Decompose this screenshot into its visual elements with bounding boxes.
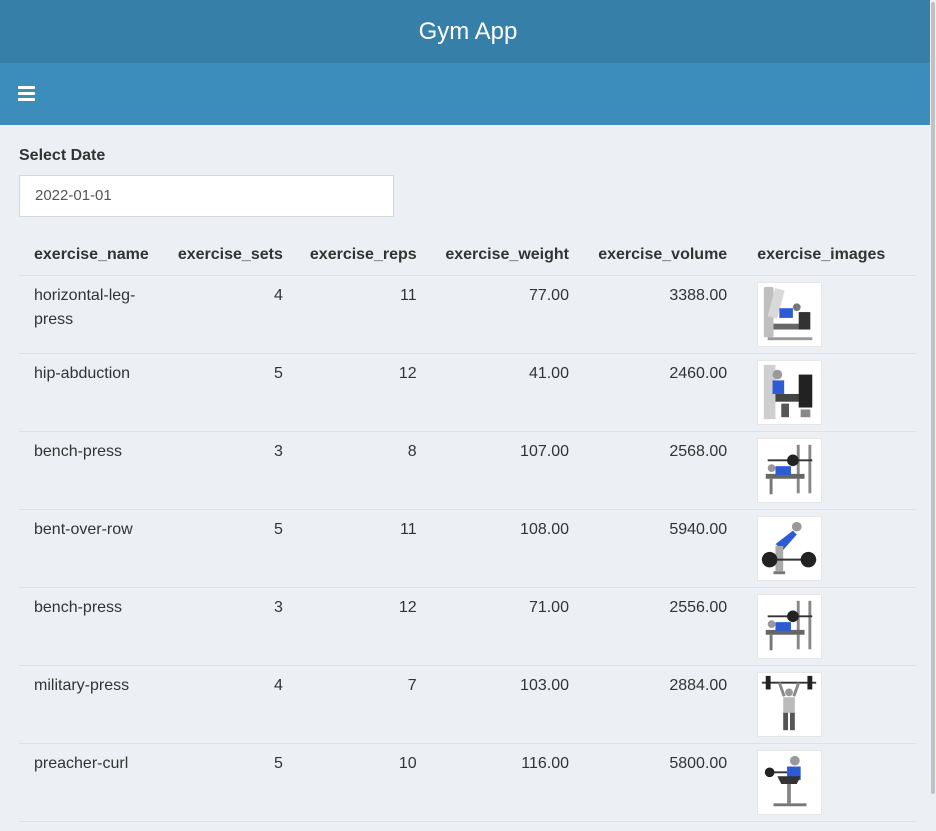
- cell-exercise-image: [742, 665, 916, 744]
- hip-abduction-illustration: [757, 360, 823, 425]
- date-input[interactable]: 2022-01-01: [19, 175, 394, 217]
- main-content: Select Date 2022-01-01 exercise_name exe…: [0, 125, 930, 831]
- cell-exercise-volume: 5940.00: [583, 509, 743, 588]
- app-title: Gym App: [418, 17, 518, 45]
- cell-exercise-weight: 77.00: [431, 275, 584, 354]
- exercise-table: exercise_name exercise_sets exercise_rep…: [19, 235, 916, 822]
- cell-exercise-reps: 12: [297, 353, 432, 432]
- cell-exercise-reps: 11: [297, 275, 432, 354]
- horizontal-leg-press-illustration: [757, 282, 823, 347]
- cell-exercise-sets: 3: [166, 587, 298, 666]
- cell-exercise-volume: 5800.00: [583, 743, 743, 822]
- cell-exercise-weight: 107.00: [431, 431, 584, 510]
- preacher-curl-illustration: [757, 750, 823, 815]
- cell-exercise-name: bench-press: [19, 587, 166, 666]
- bench-press-illustration: [757, 438, 823, 503]
- cell-exercise-volume: 3388.00: [583, 275, 743, 354]
- cell-exercise-weight: 116.00: [431, 743, 584, 822]
- table-row: preacher-curl 5 10 116.00 5800.00: [19, 743, 916, 822]
- cell-exercise-name: hip-abduction: [19, 353, 166, 432]
- cell-exercise-reps: 10: [297, 743, 432, 822]
- table-row: bench-press 3 8 107.00 2568.00: [19, 431, 916, 510]
- cell-exercise-reps: 7: [297, 665, 432, 744]
- page-scrollbar[interactable]: [930, 0, 936, 831]
- hamburger-icon[interactable]: [18, 85, 35, 102]
- cell-exercise-reps: 11: [297, 509, 432, 588]
- scrollbar-thumb[interactable]: [931, 2, 935, 794]
- table-row: bench-press 3 12 71.00 2556.00: [19, 587, 916, 666]
- table-row: military-press 4 7 103.00 2884.00: [19, 665, 916, 744]
- column-header-exercise-images[interactable]: exercise_images: [742, 235, 916, 276]
- cell-exercise-name: military-press: [19, 665, 166, 744]
- column-header-exercise-name[interactable]: exercise_name: [19, 235, 166, 276]
- column-header-exercise-sets[interactable]: exercise_sets: [166, 235, 298, 276]
- cell-exercise-reps: 12: [297, 587, 432, 666]
- cell-exercise-image: [742, 431, 916, 510]
- app-header: Gym App: [0, 0, 936, 63]
- cell-exercise-image: [742, 509, 916, 588]
- cell-exercise-image: [742, 743, 916, 822]
- cell-exercise-name: bent-over-row: [19, 509, 166, 588]
- bench-press-illustration: [757, 594, 823, 659]
- cell-exercise-reps: 8: [297, 431, 432, 510]
- cell-exercise-weight: 108.00: [431, 509, 584, 588]
- date-label: Select Date: [19, 147, 106, 164]
- cell-exercise-sets: 5: [166, 353, 298, 432]
- cell-exercise-weight: 103.00: [431, 665, 584, 744]
- cell-exercise-sets: 3: [166, 431, 298, 510]
- cell-exercise-volume: 2568.00: [583, 431, 743, 510]
- cell-exercise-sets: 4: [166, 665, 298, 744]
- cell-exercise-image: [742, 275, 916, 354]
- column-header-exercise-reps[interactable]: exercise_reps: [297, 235, 432, 276]
- cell-exercise-weight: 71.00: [431, 587, 584, 666]
- cell-exercise-image: [742, 353, 916, 432]
- military-press-illustration: [757, 672, 823, 737]
- cell-exercise-volume: 2556.00: [583, 587, 743, 666]
- cell-exercise-sets: 5: [166, 743, 298, 822]
- cell-exercise-image: [742, 587, 916, 666]
- cell-exercise-weight: 41.00: [431, 353, 584, 432]
- table-row: bent-over-row 5 11 108.00 5940.00: [19, 509, 916, 588]
- column-header-exercise-weight[interactable]: exercise_weight: [431, 235, 584, 276]
- bent-over-row-illustration: [757, 516, 823, 581]
- cell-exercise-name: preacher-curl: [19, 743, 166, 822]
- cell-exercise-volume: 2884.00: [583, 665, 743, 744]
- column-header-exercise-volume[interactable]: exercise_volume: [583, 235, 743, 276]
- cell-exercise-name: horizontal-leg-press: [19, 275, 166, 354]
- cell-exercise-name: bench-press: [19, 431, 166, 510]
- cell-exercise-volume: 2460.00: [583, 353, 743, 432]
- table-header-row: exercise_name exercise_sets exercise_rep…: [19, 235, 916, 276]
- table-row: horizontal-leg-press 4 11 77.00 3388.00: [19, 275, 916, 354]
- top-navbar: [0, 63, 936, 125]
- table-row: hip-abduction 5 12 41.00 2460.00: [19, 353, 916, 432]
- cell-exercise-sets: 4: [166, 275, 298, 354]
- cell-exercise-sets: 5: [166, 509, 298, 588]
